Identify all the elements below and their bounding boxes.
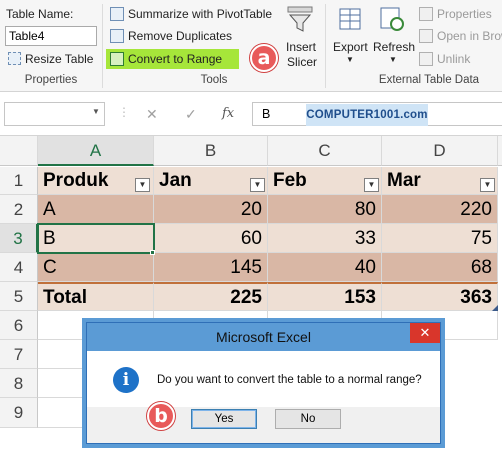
- column-header-b[interactable]: B: [154, 136, 268, 166]
- remove-duplicates-button[interactable]: Remove Duplicates: [128, 29, 232, 43]
- insert-slicer-icon: [287, 6, 313, 32]
- yes-button[interactable]: Yes: [191, 409, 257, 429]
- dialog-footer: [87, 407, 440, 443]
- table-cell[interactable]: C: [38, 253, 154, 282]
- table-cell[interactable]: 40: [268, 253, 382, 282]
- total-cell[interactable]: 363: [382, 282, 498, 311]
- open-in-browser-button[interactable]: Open in Brow: [437, 29, 502, 43]
- row-header-5[interactable]: 5: [0, 282, 38, 311]
- convert-to-range-icon: [110, 52, 124, 66]
- table-name-label: Table Name:: [6, 7, 74, 21]
- column-header-a[interactable]: A: [38, 136, 154, 166]
- refresh-button[interactable]: Refresh: [373, 40, 415, 54]
- open-in-browser-icon: [419, 29, 433, 43]
- row-header-8[interactable]: 8: [0, 369, 38, 398]
- insert-slicer-line1[interactable]: Insert: [286, 40, 316, 54]
- table-cell[interactable]: 20: [154, 195, 268, 224]
- row-header-7[interactable]: 7: [0, 340, 38, 369]
- active-cell-border: [37, 223, 155, 254]
- filter-dropdown-icon[interactable]: ▼: [250, 178, 265, 192]
- dialog-message: Do you want to convert the table to a no…: [157, 374, 422, 386]
- table-cell[interactable]: 75: [382, 224, 498, 253]
- row-header-1[interactable]: 1: [0, 167, 38, 195]
- fill-handle[interactable]: [150, 250, 155, 255]
- fx-icon[interactable]: fx: [222, 106, 234, 121]
- select-all-corner[interactable]: [0, 136, 38, 166]
- row-header-3[interactable]: 3: [0, 224, 38, 253]
- convert-to-range-button[interactable]: Convert to Range: [128, 52, 222, 66]
- table-cell[interactable]: A: [38, 195, 154, 224]
- no-button[interactable]: No: [275, 409, 341, 429]
- row-header-6[interactable]: 6: [0, 311, 38, 340]
- refresh-icon: [380, 7, 404, 31]
- resize-table-icon: [8, 52, 21, 65]
- external-group-label: External Table Data: [378, 74, 480, 86]
- row-header-9[interactable]: 9: [0, 398, 38, 428]
- summarize-pivottable-button[interactable]: Summarize with PivotTable: [128, 7, 272, 21]
- refresh-dropdown-icon[interactable]: ▼: [389, 55, 397, 64]
- step-a-badge: a: [250, 44, 278, 72]
- insert-slicer-line2[interactable]: Slicer: [287, 55, 317, 69]
- watermark: COMPUTER1001.com: [306, 104, 428, 126]
- properties-group-label: Properties: [24, 74, 78, 86]
- filter-dropdown-icon[interactable]: ▼: [364, 178, 379, 192]
- total-cell[interactable]: 153: [268, 282, 382, 311]
- resize-table-button[interactable]: Resize Table: [25, 52, 93, 66]
- row-header-2[interactable]: 2: [0, 195, 38, 224]
- name-box[interactable]: [4, 102, 105, 126]
- column-header-c[interactable]: C: [268, 136, 382, 166]
- formula-bar-grip-icon: ⋮: [118, 105, 130, 119]
- unlink-button[interactable]: Unlink: [437, 52, 470, 66]
- table-cell[interactable]: 80: [268, 195, 382, 224]
- properties-icon: [419, 7, 433, 21]
- info-icon: i: [113, 367, 139, 393]
- group-divider: [325, 4, 326, 88]
- remove-duplicates-icon: [110, 29, 124, 43]
- table-cell[interactable]: 220: [382, 195, 498, 224]
- export-icon: [339, 8, 361, 30]
- total-cell[interactable]: Total: [38, 282, 154, 311]
- properties-button[interactable]: Properties: [437, 7, 492, 21]
- filter-dropdown-icon[interactable]: ▼: [480, 178, 495, 192]
- name-box-dropdown-icon[interactable]: ▼: [92, 107, 100, 116]
- column-header-d[interactable]: D: [382, 136, 498, 166]
- table-cell[interactable]: 33: [268, 224, 382, 253]
- filter-dropdown-icon[interactable]: ▼: [135, 178, 150, 192]
- table-cell[interactable]: 60: [154, 224, 268, 253]
- tools-group-label: Tools: [200, 74, 228, 86]
- column-header-e[interactable]: [498, 136, 502, 166]
- cancel-icon[interactable]: ✕: [146, 106, 158, 123]
- export-button[interactable]: Export: [333, 40, 368, 54]
- export-dropdown-icon[interactable]: ▼: [346, 55, 354, 64]
- enter-icon[interactable]: ✓: [185, 106, 197, 123]
- formula-value: B: [262, 107, 271, 121]
- total-cell[interactable]: 225: [154, 282, 268, 311]
- dialog-title: Microsoft Excel: [87, 323, 440, 351]
- unlink-icon: [419, 52, 433, 66]
- table-name-input[interactable]: Table4: [5, 26, 97, 46]
- pivottable-icon: [110, 7, 124, 21]
- convert-dialog: Microsoft Excel ✕ i Do you want to conve…: [86, 322, 441, 444]
- table-cell[interactable]: 145: [154, 253, 268, 282]
- ribbon: Table Name: Table4 Resize Table Properti…: [0, 0, 502, 92]
- table-cell[interactable]: 68: [382, 253, 498, 282]
- step-b-badge: b: [147, 402, 175, 430]
- close-icon[interactable]: ✕: [410, 323, 440, 343]
- row-header-4[interactable]: 4: [0, 253, 38, 282]
